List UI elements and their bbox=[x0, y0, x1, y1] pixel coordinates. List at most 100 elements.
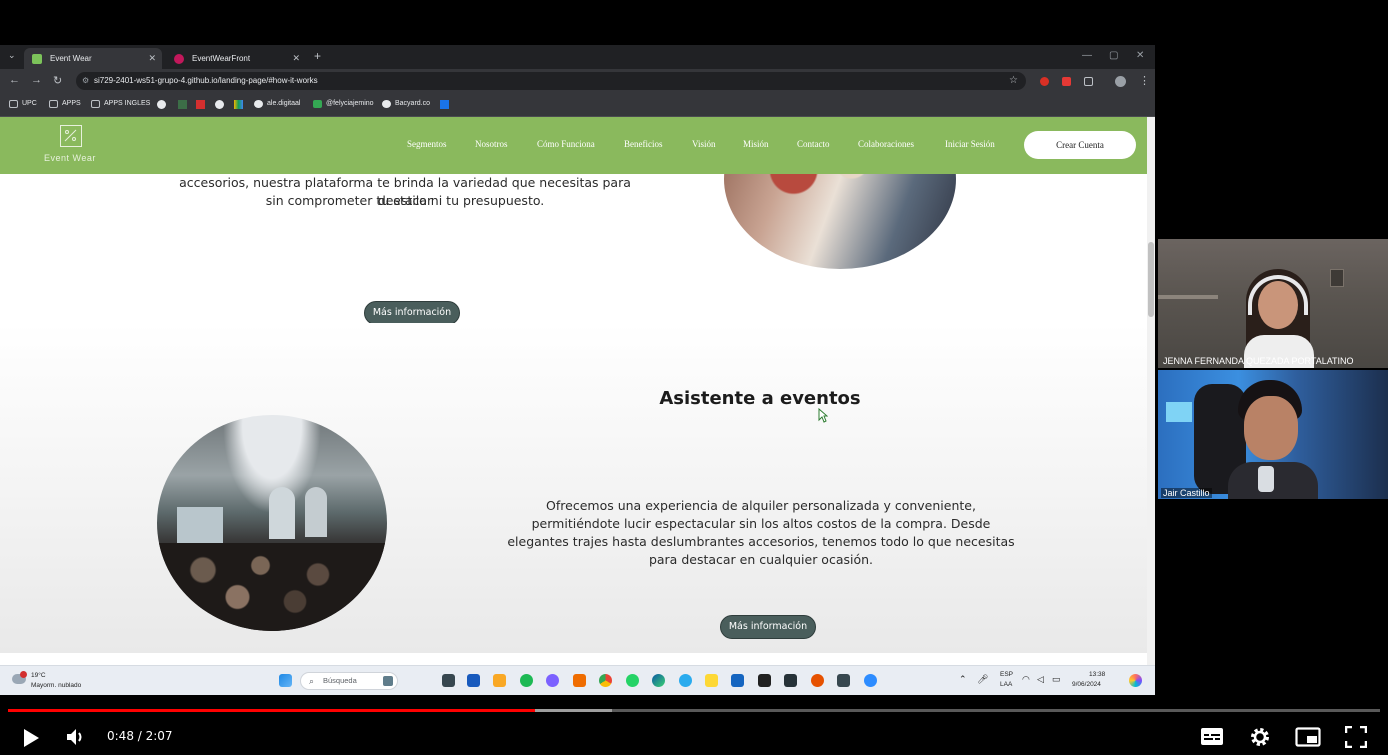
app-icon[interactable] bbox=[811, 674, 824, 687]
tab-search-icon[interactable]: ⌄ bbox=[8, 50, 16, 61]
whatsapp-icon[interactable] bbox=[626, 674, 639, 687]
taskbar-search-input[interactable]: ⌕ Búsqueda bbox=[300, 672, 398, 690]
event-wear-logo-icon[interactable] bbox=[60, 125, 82, 147]
lang-bottom[interactable]: LAA bbox=[1000, 681, 1012, 688]
volume-icon[interactable] bbox=[66, 728, 86, 746]
bookmark-site-icon[interactable] bbox=[440, 100, 449, 109]
bookmark-label: UPC bbox=[22, 100, 37, 107]
page-scrollbar[interactable] bbox=[1147, 117, 1155, 665]
nav-contacto[interactable]: Contacto bbox=[797, 139, 830, 149]
browser-menu-icon[interactable]: ⋮ bbox=[1139, 74, 1150, 87]
close-window-icon[interactable]: ✕ bbox=[1136, 50, 1144, 61]
nav-nosotros[interactable]: Nosotros bbox=[475, 139, 508, 149]
file-explorer-icon[interactable] bbox=[493, 674, 506, 687]
mas-informacion-button[interactable]: Más información bbox=[364, 301, 460, 325]
extension-icon[interactable] bbox=[1040, 77, 1049, 86]
extensions-puzzle-icon[interactable] bbox=[1084, 77, 1093, 86]
bookmark-site-icon[interactable] bbox=[196, 100, 205, 109]
google-icon[interactable] bbox=[157, 100, 166, 109]
forward-icon[interactable]: → bbox=[31, 74, 42, 86]
battery-icon[interactable]: ▭ bbox=[1052, 674, 1061, 685]
chrome-icon[interactable] bbox=[599, 674, 612, 687]
subtitles-icon[interactable] bbox=[1200, 727, 1224, 746]
video-progress-bar[interactable] bbox=[8, 709, 1380, 712]
section2-text-line2: permitiéndote lucir espectacular sin los… bbox=[531, 516, 991, 531]
app-icon[interactable] bbox=[837, 674, 850, 687]
url-input[interactable]: ⚙ si729-2401-ws51-grupo-4.github.io/land… bbox=[76, 72, 1026, 90]
scrollbar-thumb[interactable] bbox=[1148, 242, 1154, 317]
crowd bbox=[157, 543, 387, 631]
shelf bbox=[1158, 295, 1218, 299]
nav-beneficios[interactable]: Beneficios bbox=[624, 139, 663, 149]
bookmark-star-icon[interactable]: ☆ bbox=[1009, 72, 1018, 90]
section2-text-line3: elegantes trajes hasta deslumbrantes acc… bbox=[507, 534, 1015, 549]
tab-eventwearfront[interactable]: EventWearFront ✕ bbox=[166, 48, 306, 69]
bookmark-bacyard[interactable]: Bacyard.co bbox=[382, 93, 430, 115]
edge-icon[interactable] bbox=[652, 674, 665, 687]
copilot-icon[interactable] bbox=[1129, 674, 1142, 687]
folder-icon bbox=[9, 100, 18, 108]
nav-iniciar-sesion[interactable]: Iniciar Sesión bbox=[945, 139, 995, 149]
windows-start-icon[interactable] bbox=[279, 674, 292, 687]
bookmark-label: APPS bbox=[62, 100, 81, 107]
bookmark-apps-ingles[interactable]: APPS INGLES bbox=[91, 93, 150, 115]
bookmark-site-icon[interactable] bbox=[215, 100, 224, 109]
tab-event-wear[interactable]: Event Wear ✕ bbox=[24, 48, 162, 69]
lang-top[interactable]: ESP bbox=[1000, 671, 1013, 678]
folder-icon bbox=[91, 100, 100, 108]
mouse-cursor-icon bbox=[818, 408, 828, 423]
settings-gear-icon[interactable] bbox=[1249, 726, 1271, 748]
crear-cuenta-button[interactable]: Crear Cuenta bbox=[1024, 131, 1136, 159]
bookmark-felyciajemino[interactable]: @felyciajemino bbox=[313, 93, 374, 115]
app-icon[interactable] bbox=[705, 674, 718, 687]
windows-taskbar: 19°C Mayorm. nublado ⌕ Búsqueda ⌃ 🎤︎ ESP… bbox=[0, 665, 1155, 695]
nav-colaboraciones[interactable]: Colaboraciones bbox=[858, 139, 914, 149]
new-tab-icon[interactable]: + bbox=[314, 49, 321, 63]
site-info-icon[interactable]: ⚙ bbox=[82, 72, 89, 90]
minimize-icon[interactable]: — bbox=[1082, 50, 1092, 61]
site-navbar: Event Wear Segmentos Nosotros Cómo Funci… bbox=[0, 117, 1147, 174]
volume-icon[interactable]: ◁ bbox=[1037, 674, 1044, 685]
bookmark-upc[interactable]: UPC bbox=[9, 93, 37, 115]
tray-chevron-icon[interactable]: ⌃ bbox=[959, 674, 967, 685]
app-icon[interactable] bbox=[758, 674, 771, 687]
clock-date[interactable]: 9/06/2024 bbox=[1072, 681, 1101, 688]
reload-icon[interactable]: ↻ bbox=[53, 74, 62, 87]
close-tab-icon[interactable]: ✕ bbox=[148, 48, 156, 69]
wifi-icon[interactable]: ◠ bbox=[1022, 674, 1030, 685]
restore-icon[interactable]: ▢ bbox=[1109, 50, 1118, 61]
telegram-icon[interactable] bbox=[679, 674, 692, 687]
profile-avatar-icon[interactable] bbox=[1115, 76, 1126, 87]
app-icon[interactable] bbox=[784, 674, 797, 687]
play-icon[interactable] bbox=[22, 728, 40, 748]
microphone-icon[interactable]: 🎤︎ bbox=[977, 674, 988, 685]
clock-time[interactable]: 13:38 bbox=[1089, 671, 1105, 678]
participant-name: Jair Castillo bbox=[1161, 488, 1212, 498]
nav-como-funciona[interactable]: Cómo Funciona bbox=[537, 139, 595, 149]
app-icon[interactable] bbox=[731, 674, 744, 687]
arched-window bbox=[269, 487, 295, 539]
bookmark-label: ale.digitaal bbox=[267, 100, 301, 107]
spotify-icon[interactable] bbox=[520, 674, 533, 687]
word-icon[interactable] bbox=[467, 674, 480, 687]
nav-vision[interactable]: Visión bbox=[692, 139, 715, 149]
bookmark-site-icon[interactable] bbox=[234, 100, 243, 109]
zoom-icon[interactable] bbox=[864, 674, 877, 687]
weather-temp: 19°C bbox=[31, 672, 46, 679]
fullscreen-icon[interactable] bbox=[1345, 726, 1367, 748]
messenger-icon[interactable] bbox=[546, 674, 559, 687]
miniplayer-icon[interactable] bbox=[1295, 727, 1321, 747]
search-placeholder: Búsqueda bbox=[323, 676, 357, 685]
nav-mision[interactable]: Misión bbox=[743, 139, 769, 149]
task-view-icon[interactable] bbox=[442, 674, 455, 687]
back-icon[interactable]: ← bbox=[9, 74, 20, 86]
microphone bbox=[1258, 466, 1274, 492]
bookmark-site-icon[interactable] bbox=[178, 100, 187, 109]
nav-segmentos[interactable]: Segmentos bbox=[407, 139, 447, 149]
mas-informacion-button[interactable]: Más información bbox=[720, 615, 816, 639]
app-icon[interactable] bbox=[573, 674, 586, 687]
extension-icon[interactable] bbox=[1062, 77, 1071, 86]
bookmark-ale-digitaal[interactable]: ale.digitaal bbox=[254, 93, 300, 115]
close-tab-icon[interactable]: ✕ bbox=[292, 48, 300, 69]
bookmark-apps[interactable]: APPS bbox=[49, 93, 81, 115]
